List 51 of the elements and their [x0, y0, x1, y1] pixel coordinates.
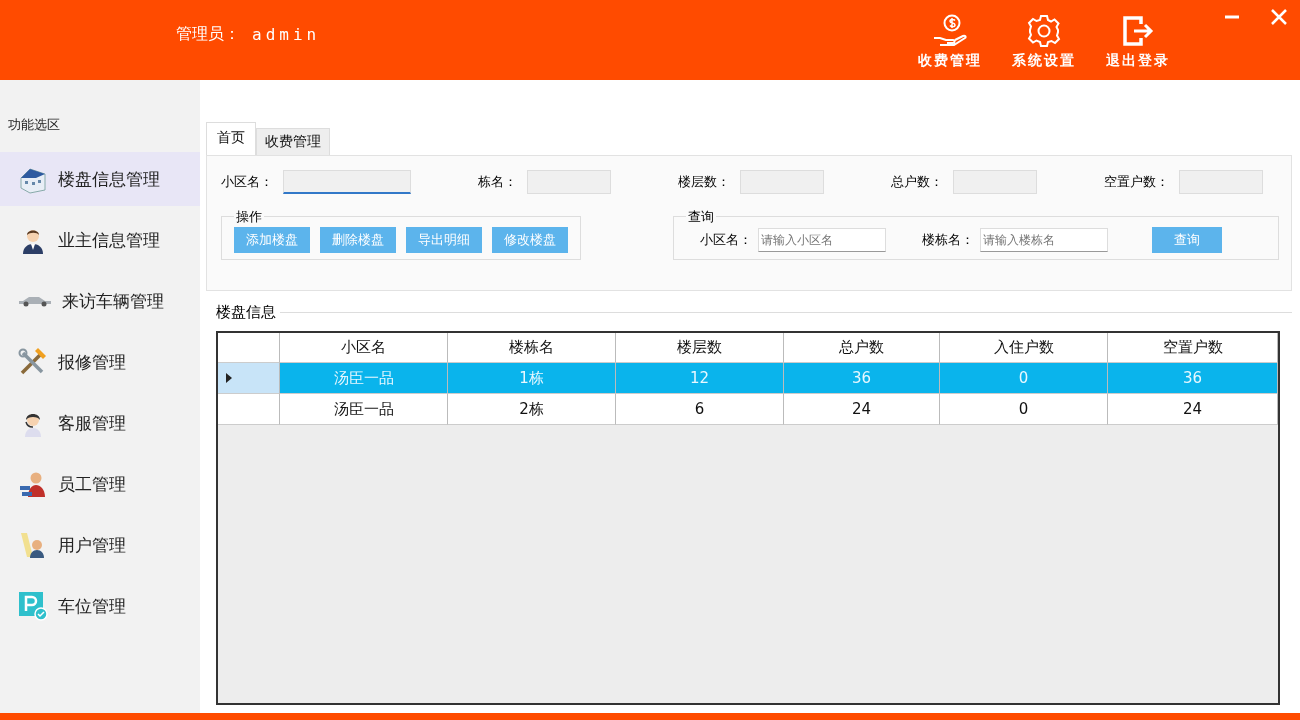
table-cell: 36 [1108, 363, 1278, 394]
sidebar-title: 功能选区 [7, 116, 61, 134]
tab[interactable]: 收费管理 [256, 128, 330, 155]
money-hand-icon [932, 14, 968, 48]
gear-icon [1027, 14, 1061, 48]
current-row-icon [226, 373, 232, 383]
table-cell: 0 [940, 363, 1108, 394]
input-field[interactable] [740, 170, 824, 194]
admin-label: 管理员： [176, 23, 240, 45]
table-cell: 6 [616, 394, 784, 425]
admin-name: admin [252, 24, 321, 44]
field-label: 小区名： [700, 231, 752, 249]
group-title: 查询 [686, 208, 716, 226]
field-label: 栋名： [478, 173, 517, 191]
table-cell: 24 [1108, 394, 1278, 425]
input-field[interactable] [283, 170, 411, 194]
sidebar-item[interactable]: 业主信息管理 [0, 213, 200, 267]
group-title: 操作 [234, 208, 264, 226]
field-label: 小区名： [221, 173, 273, 191]
table-cell: 12 [616, 363, 784, 394]
section-title: 楼盘信息 [215, 302, 276, 322]
sidebar-item[interactable]: 员工管理 [0, 457, 200, 511]
sidebar-item[interactable]: 报修管理 [0, 335, 200, 389]
search-field[interactable]: 请输入楼栋名 [980, 228, 1108, 252]
input-field[interactable] [1179, 170, 1263, 194]
field-label: 楼栋名： [922, 231, 974, 249]
close-icon[interactable] [1270, 8, 1288, 26]
table-cell: 1栋 [448, 363, 616, 394]
field-label: 空置户数： [1104, 173, 1169, 191]
table-cell: 24 [784, 394, 940, 425]
field-label: 总户数： [891, 173, 943, 191]
field-label: 楼层数： [678, 173, 730, 191]
search-field[interactable]: 请输入小区名 [758, 228, 886, 252]
table-cell: 0 [940, 394, 1108, 425]
table-cell: 汤臣一品 [280, 394, 448, 425]
sidebar-item[interactable]: 车位管理 [0, 579, 200, 633]
sidebar-item[interactable]: 楼盘信息管理 [0, 152, 200, 206]
input-field[interactable] [527, 170, 611, 194]
parking-icon [18, 591, 48, 621]
sidebar-item[interactable]: 来访车辆管理 [0, 274, 200, 328]
car-icon [18, 295, 52, 307]
tools-icon [18, 347, 48, 377]
table-cell: 2栋 [448, 394, 616, 425]
exit-door-icon [1121, 14, 1155, 48]
input-field[interactable] [953, 170, 1037, 194]
table-cell: 汤臣一品 [280, 363, 448, 394]
sidebar-item[interactable]: 客服管理 [0, 396, 200, 450]
tab[interactable]: 首页 [206, 122, 256, 155]
table-cell: 36 [784, 363, 940, 394]
sidebar-item[interactable]: 用户管理 [0, 518, 200, 572]
table-row[interactable]: 汤臣一品 2栋 6 24 0 24 [218, 394, 1278, 425]
